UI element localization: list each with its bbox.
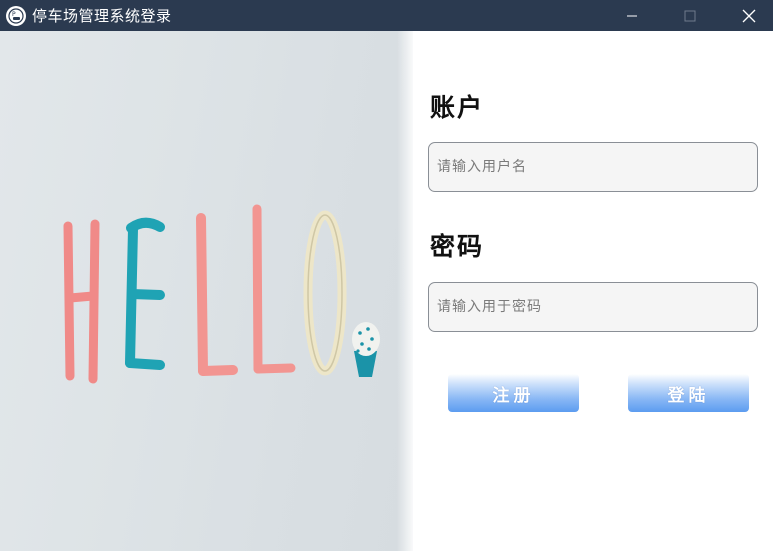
- maximize-icon: [684, 10, 696, 21]
- login-form: 账户 密码 注册 登陆: [413, 31, 773, 551]
- minimize-button[interactable]: [609, 0, 655, 31]
- hello-painted-letters-photo: [0, 31, 413, 551]
- close-icon: [742, 9, 756, 22]
- title-bar[interactable]: P 停车场管理系统登录: [0, 0, 773, 31]
- maximize-button[interactable]: [667, 0, 713, 31]
- password-label: 密码: [430, 232, 485, 261]
- minimize-icon: [627, 15, 637, 16]
- login-button[interactable]: 登陆: [628, 374, 749, 412]
- close-button[interactable]: [726, 0, 772, 31]
- photo-edge-fade: [397, 31, 413, 551]
- account-label: 账户: [430, 93, 485, 122]
- hello-artwork: [63, 204, 380, 384]
- login-window: P 停车场管理系统登录 账户 请输入用户名 密码 请输入用于密码 注册 登陆: [0, 0, 773, 551]
- password-input[interactable]: [428, 282, 758, 332]
- svg-text:P: P: [12, 11, 16, 18]
- username-input[interactable]: [428, 142, 758, 192]
- parking-app-icon: P: [6, 5, 26, 26]
- register-button[interactable]: 注册: [448, 374, 579, 412]
- window-title: 停车场管理系统登录: [32, 7, 172, 25]
